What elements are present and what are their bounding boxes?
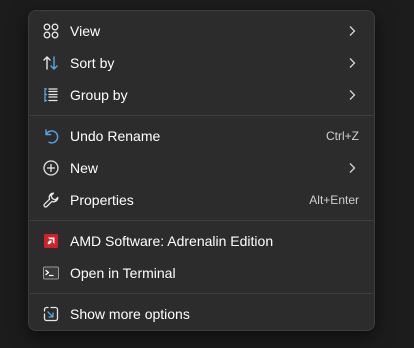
chevron-right-icon: [344, 87, 360, 103]
share-window-icon: [42, 305, 60, 323]
menu-item-show-more-options[interactable]: Show more options: [29, 298, 374, 330]
chevron-right-icon: [344, 160, 360, 176]
menu-item-group-by[interactable]: Group by: [29, 79, 374, 111]
menu-item-label: Undo Rename: [70, 128, 161, 144]
chevron-right-icon: [344, 23, 360, 39]
menu-item-open-in-terminal[interactable]: Open in Terminal: [29, 257, 374, 289]
menu-item-label: Sort by: [70, 55, 115, 71]
menu-item-undo-rename[interactable]: Undo Rename Ctrl+Z: [29, 120, 374, 152]
group-list-icon: [42, 86, 60, 104]
menu-item-label: Show more options: [70, 306, 190, 322]
menu-item-label: New: [70, 160, 99, 176]
sort-icon: [42, 54, 60, 72]
menu-item-label: Open in Terminal: [70, 265, 176, 281]
plus-circle-icon: [42, 159, 60, 177]
amd-logo-icon: [42, 232, 60, 250]
menu-item-label: AMD Software: Adrenalin Edition: [70, 233, 274, 249]
menu-divider: [30, 115, 373, 116]
menu-divider: [30, 220, 373, 221]
wrench-icon: [42, 191, 60, 209]
menu-item-label: Group by: [70, 87, 128, 103]
shortcut-text: Alt+Enter: [309, 193, 359, 207]
menu-divider: [30, 293, 373, 294]
grid-icon: [42, 22, 60, 40]
menu-item-view[interactable]: View: [29, 15, 374, 47]
menu-item-sort-by[interactable]: Sort by: [29, 47, 374, 79]
menu-item-properties[interactable]: Properties Alt+Enter: [29, 184, 374, 216]
context-menu: View Sort by Group by Undo Rename Ctrl+Z…: [28, 10, 375, 331]
menu-item-label: View: [70, 23, 101, 39]
menu-item-new[interactable]: New: [29, 152, 374, 184]
undo-icon: [42, 127, 60, 145]
menu-item-amd-software[interactable]: AMD Software: Adrenalin Edition: [29, 225, 374, 257]
shortcut-text: Ctrl+Z: [326, 129, 359, 143]
chevron-right-icon: [344, 55, 360, 71]
terminal-icon: [42, 264, 60, 282]
menu-item-label: Properties: [70, 192, 134, 208]
